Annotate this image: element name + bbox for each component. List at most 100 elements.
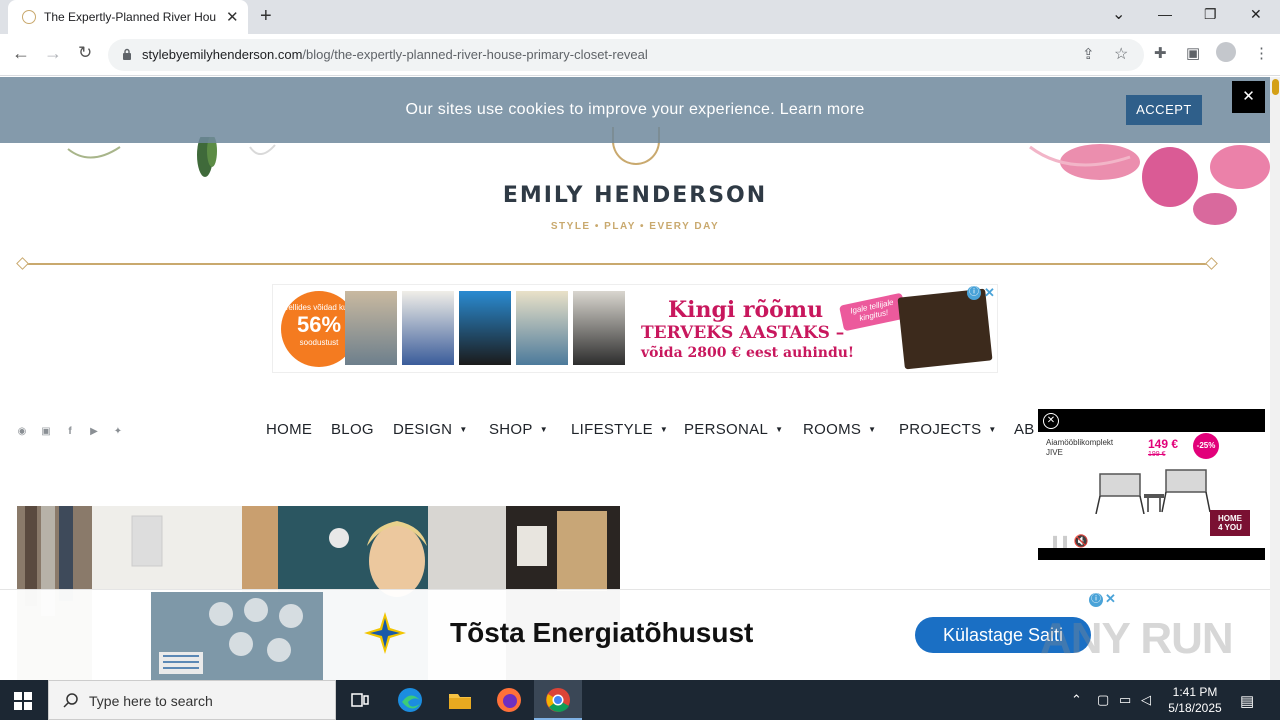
nav-label: ROOMS <box>803 421 862 438</box>
clock-time: 1:41 PM <box>1172 685 1218 699</box>
browser-tab[interactable]: The Expertly-Planned River Hou ✕ <box>8 0 248 34</box>
divider-diamond-right <box>1205 257 1218 270</box>
edge-browser-icon[interactable] <box>396 686 424 714</box>
tab-close-icon[interactable]: ✕ <box>226 8 239 26</box>
back-arrow-icon[interactable]: ← <box>12 43 30 64</box>
youtube-icon[interactable]: ▶ <box>88 426 100 438</box>
facebook-icon[interactable]: f <box>64 426 76 438</box>
taskbar-clock[interactable]: 1:41 PM 5/18/2025 <box>1160 684 1230 716</box>
video-controls[interactable]: ❚❚ 🔇 <box>1050 534 1088 548</box>
chevron-down-icon: ▼ <box>868 425 877 434</box>
nav-item-lifestyle[interactable]: LIFESTYLE ▼ <box>571 421 668 438</box>
search-icon <box>63 693 78 708</box>
nav-item-about[interactable]: AB <box>1014 421 1035 438</box>
page-scrollbar[interactable] <box>1270 77 1280 680</box>
bookmark-star-icon[interactable]: ☆ <box>1114 44 1128 64</box>
taskbar-chrome-active[interactable] <box>534 680 582 720</box>
magazine-cover <box>516 291 568 365</box>
twitter-icon[interactable]: ✦ <box>112 426 124 438</box>
video-close-icon[interactable]: ✕ <box>1043 413 1059 429</box>
ad-close-icon[interactable]: ✕ <box>1105 591 1116 607</box>
anyrun-watermark: ANY RUN <box>1040 614 1234 663</box>
floral-illustration-left <box>67 137 276 177</box>
lock-icon <box>123 48 131 60</box>
network-icon[interactable]: ▭ <box>1119 692 1131 708</box>
notification-center-icon[interactable]: ▤ <box>1240 692 1254 710</box>
url-text: stylebyemilyhenderson.com/blog/the-exper… <box>142 47 648 62</box>
tab-title: The Expertly-Planned River Hou <box>44 10 217 24</box>
windows-taskbar: Type here to search ⌃ ▢ ▭ ◁ 1:41 PM 5/18… <box>0 680 1280 720</box>
nav-label: SHOP <box>489 421 533 438</box>
forward-arrow-icon[interactable]: → <box>44 43 62 64</box>
nav-label: PROJECTS <box>899 421 982 438</box>
chevron-down-icon: ▼ <box>539 425 548 434</box>
cookie-accept-button[interactable]: ACCEPT <box>1126 95 1202 125</box>
pinterest-icon[interactable]: ◉ <box>16 426 28 438</box>
web-page: EMILY HENDERSON STYLE • PLAY • EVERY DAY… <box>0 77 1280 680</box>
instagram-icon[interactable]: ▣ <box>40 426 52 438</box>
video-ad-frame[interactable]: Aiamööblikomplekt JIVE 149 € 199 € -25% … <box>1038 432 1265 548</box>
chevron-down-icon: ▼ <box>775 425 784 434</box>
nav-label: AB <box>1014 421 1035 438</box>
ad-prize-text: võida 2800 € eest auhindu! <box>641 345 855 361</box>
cookie-close-button[interactable]: ✕ <box>1232 81 1265 113</box>
video-ad-player[interactable]: ✕ Aiamööblikomplekt JIVE 149 € 199 € -25… <box>1038 409 1265 560</box>
top-ad-banner[interactable]: Tellides võidad kuni 56% soodustust King… <box>272 284 998 373</box>
nav-item-personal[interactable]: PERSONAL ▼ <box>684 421 783 438</box>
profile-avatar-icon[interactable] <box>1216 42 1236 62</box>
address-bar[interactable]: stylebyemilyhenderson.com/blog/the-exper… <box>108 39 1144 71</box>
video-ad-line1: Aiamööblikomplekt <box>1046 438 1114 447</box>
nav-item-shop[interactable]: SHOP ▼ <box>489 421 548 438</box>
ad-gift-label: Igale tellijale kingitus! <box>838 292 908 332</box>
file-explorer-icon[interactable] <box>446 686 474 714</box>
extensions-icon[interactable]: ✚ <box>1154 44 1167 62</box>
window-close-button[interactable]: ✕ <box>1250 6 1262 23</box>
ad-subtitle: TERVEKS AASTAKS – <box>641 323 845 343</box>
scrollbar-thumb[interactable] <box>1272 79 1279 95</box>
browser-tab-strip: The Expertly-Planned River Hou ✕ + ⌄ — ❐… <box>0 0 1280 34</box>
ad-book-image <box>897 288 993 370</box>
cookie-message[interactable]: Our sites use cookies to improve your ex… <box>0 101 1270 119</box>
ad-close-icon[interactable]: ✕ <box>984 285 995 301</box>
restore-button[interactable]: ❐ <box>1204 6 1217 23</box>
site-brand-name[interactable]: EMILY HENDERSON <box>0 183 1270 208</box>
task-view-icon[interactable] <box>346 686 374 714</box>
new-tab-button[interactable]: + <box>260 5 272 28</box>
bottom-sticky-ad[interactable]: Tõsta Energiatõhusust Külastage Saiti ⓘ … <box>0 589 1270 680</box>
nav-label: BLOG <box>331 421 374 438</box>
share-icon[interactable]: ⇪ <box>1082 45 1095 63</box>
magazine-cover <box>402 291 454 365</box>
floral-illustration-right <box>1029 144 1270 225</box>
taskbar-search-box[interactable]: Type here to search <box>48 680 336 720</box>
volume-icon[interactable]: ◁ <box>1141 692 1151 708</box>
magazine-cover <box>459 291 511 365</box>
tray-overflow-chevron-icon[interactable]: ⌃ <box>1071 692 1082 708</box>
nav-item-rooms[interactable]: ROOMS ▼ <box>803 421 876 438</box>
magazine-cover <box>345 291 397 365</box>
firefox-icon[interactable] <box>495 686 523 714</box>
tray-device-icon[interactable]: ▢ <box>1097 692 1109 708</box>
video-ad-logo-line2: 4 YOU <box>1218 523 1242 532</box>
nav-item-design[interactable]: DESIGN ▼ <box>393 421 468 438</box>
ad-aerial-photo <box>151 592 323 680</box>
tab-search-icon[interactable]: ⌄ <box>1112 4 1125 24</box>
nav-item-blog[interactable]: BLOG <box>331 421 374 438</box>
chevron-down-icon: ▼ <box>988 425 997 434</box>
reload-icon[interactable]: ↻ <box>78 43 92 63</box>
patio-chairs-image <box>1095 469 1211 514</box>
nav-item-projects[interactable]: PROJECTS ▼ <box>899 421 997 438</box>
nav-item-home[interactable]: HOME <box>266 421 312 438</box>
video-ad-logo-line1: HOME <box>1218 514 1242 523</box>
ad-choices-icon[interactable]: ⓘ <box>1089 593 1103 607</box>
url-path: /blog/the-expertly-planned-river-house-p… <box>302 47 648 62</box>
minimize-button[interactable]: — <box>1158 6 1172 22</box>
chevron-down-icon: ▼ <box>459 425 468 434</box>
site-favicon-icon <box>22 10 36 24</box>
ad-choices-icon[interactable]: ⓘ <box>967 286 981 300</box>
windows-start-icon[interactable] <box>14 692 32 710</box>
chrome-icon <box>546 688 570 712</box>
search-placeholder: Type here to search <box>89 693 213 709</box>
nav-label: PERSONAL <box>684 421 769 438</box>
kebab-menu-icon[interactable]: ⋮ <box>1254 44 1269 62</box>
side-panel-icon[interactable]: ▣ <box>1186 44 1200 62</box>
